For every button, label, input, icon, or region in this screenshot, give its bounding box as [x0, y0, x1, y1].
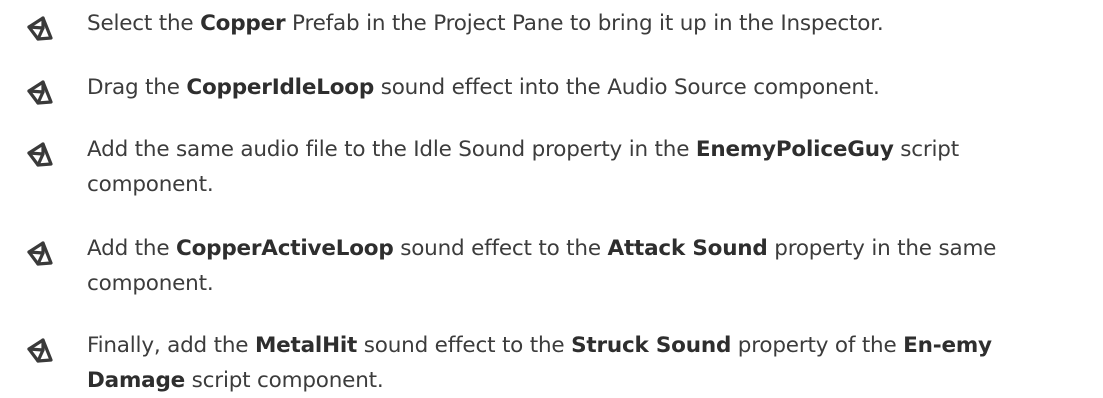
text-run: Select the [87, 11, 201, 36]
unity-logo-icon [26, 79, 56, 105]
unity-logo-icon [26, 337, 56, 363]
unity-logo-icon [26, 240, 56, 266]
bold-term: Struck Sound [571, 333, 732, 358]
text-run: Prefab in the Project Pane to bring it u… [285, 11, 884, 36]
instruction-list: Select the Copper Prefab in the Project … [0, 0, 1103, 396]
text-run: sound effect into the Audio Source compo… [374, 75, 880, 100]
text-run: Finally, add the [87, 333, 255, 358]
step-text: Drag the CopperIdleLoop sound effect int… [87, 70, 1077, 105]
unity-logo-icon [26, 141, 56, 167]
step-text: Add the same audio file to the Idle Soun… [87, 132, 1077, 202]
bold-term: EnemyPoliceGuy [695, 137, 894, 162]
step-text: Add the CopperActiveLoop sound effect to… [87, 231, 1077, 301]
bold-term: CopperIdleLoop [186, 75, 375, 100]
text-run: Add the same audio file to the Idle Soun… [87, 137, 696, 162]
bold-term: MetalHit [254, 333, 358, 358]
text-run: property of the [731, 333, 904, 358]
text-run: script component. [185, 368, 384, 393]
text-run: Add the [87, 236, 176, 261]
bold-term: Copper [200, 11, 286, 36]
text-run: sound effect to the [357, 333, 572, 358]
unity-logo-icon [26, 15, 56, 41]
step-text: Select the Copper Prefab in the Project … [87, 6, 1077, 41]
text-run: sound effect to the [393, 236, 608, 261]
step-text: Finally, add the MetalHit sound effect t… [87, 328, 1077, 398]
text-run: Drag the [87, 75, 187, 100]
bold-term: Attack Sound [607, 236, 768, 261]
bold-term: CopperActiveLoop [175, 236, 394, 261]
